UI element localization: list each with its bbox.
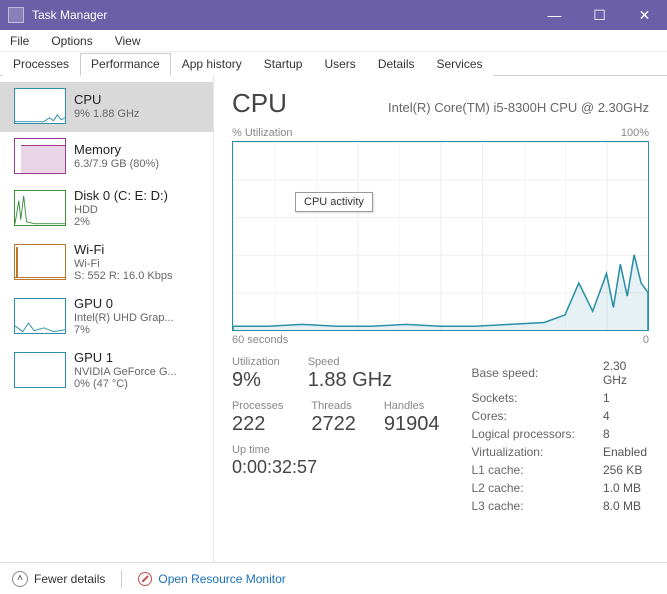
stat-label: Handles [384, 400, 440, 412]
sidebar-item-sub: 9% 1.88 GHz [74, 108, 139, 120]
tab-users[interactable]: Users [313, 53, 366, 76]
wifi-thumb [14, 244, 66, 280]
sidebar-item-label: Disk 0 (C: E: D:) [74, 188, 168, 203]
sidebar-item-label: Wi-Fi [74, 242, 172, 257]
tab-processes[interactable]: Processes [2, 53, 80, 76]
sidebar-item-sub: Wi-Fi [74, 258, 172, 270]
chart-ymax: 100% [621, 127, 649, 139]
tabs: Processes Performance App history Startu… [0, 52, 667, 76]
info-value: 8 [603, 426, 647, 442]
sidebar-item-sub2: 7% [74, 324, 174, 336]
fewer-details-label: Fewer details [34, 572, 105, 586]
sidebar-item-sub: HDD [74, 204, 168, 216]
sidebar-item-label: CPU [74, 92, 139, 107]
tab-performance[interactable]: Performance [80, 53, 171, 76]
gpu0-thumb [14, 298, 66, 334]
chart-tooltip: CPU activity [295, 192, 373, 212]
separator [121, 570, 122, 588]
info-value: 8.0 MB [603, 498, 647, 514]
sidebar-item-wifi[interactable]: Wi-Fi Wi-Fi S: 552 R: 16.0 Kbps [0, 236, 213, 290]
stat-label: Speed [308, 356, 392, 368]
stat: Threads2722 [311, 400, 356, 436]
sidebar-item-sub2: S: 552 R: 16.0 Kbps [74, 270, 172, 282]
stat: Speed1.88 GHz [308, 356, 392, 392]
info-label: Virtualization: [471, 444, 600, 460]
sidebar-item-label: GPU 1 [74, 350, 177, 365]
uptime-label: Up time [232, 444, 439, 456]
cpu-model: Intel(R) Core(TM) i5-8300H CPU @ 2.30GHz [388, 100, 649, 115]
stat-label: Processes [232, 400, 283, 412]
info-label: L1 cache: [471, 462, 600, 478]
menu-file[interactable]: File [6, 32, 33, 50]
chart-xmin: 0 [643, 334, 649, 346]
stat-value: 1.88 GHz [308, 369, 392, 392]
minimize-button[interactable]: — [532, 0, 577, 30]
main-panel: CPU Intel(R) Core(TM) i5-8300H CPU @ 2.3… [214, 76, 667, 562]
close-button[interactable]: ✕ [622, 0, 667, 30]
stat-value: 9% [232, 369, 280, 392]
stat-label: Threads [311, 400, 356, 412]
sidebar-item-sub: 6.3/7.9 GB (80%) [74, 158, 159, 170]
cpu-chart[interactable]: CPU activity [232, 141, 649, 331]
cpu-thumb [14, 88, 66, 124]
info-label: L2 cache: [471, 480, 600, 496]
info-label: Cores: [471, 408, 600, 424]
sidebar-item-sub2: 2% [74, 216, 168, 228]
stat-value: 91904 [384, 413, 440, 436]
maximize-button[interactable]: ☐ [577, 0, 622, 30]
sidebar-item-cpu[interactable]: CPU 9% 1.88 GHz [0, 82, 213, 132]
cpu-info-table: Base speed:2.30 GHzSockets:1Cores:4Logic… [469, 356, 649, 516]
memory-thumb [14, 138, 66, 174]
info-value: 2.30 GHz [603, 358, 647, 388]
info-value: 4 [603, 408, 647, 424]
info-label: Base speed: [471, 358, 600, 388]
menu-options[interactable]: Options [47, 32, 96, 50]
stat: Handles91904 [384, 400, 440, 436]
chevron-up-icon: ˄ [12, 571, 28, 587]
sidebar-item-sub: Intel(R) UHD Grap... [74, 312, 174, 324]
sidebar[interactable]: CPU 9% 1.88 GHz Memory 6.3/7.9 GB (80%) … [0, 76, 214, 562]
tab-app-history[interactable]: App history [171, 53, 253, 76]
stat-value: 2722 [311, 413, 356, 436]
sidebar-item-sub2: 0% (47 °C) [74, 378, 177, 390]
disk-thumb [14, 190, 66, 226]
stat: Utilization9% [232, 356, 280, 392]
info-label: Logical processors: [471, 426, 600, 442]
info-label: L3 cache: [471, 498, 600, 514]
stat-value: 222 [232, 413, 283, 436]
menubar: File Options View [0, 30, 667, 52]
menu-view[interactable]: View [111, 32, 145, 50]
sidebar-item-memory[interactable]: Memory 6.3/7.9 GB (80%) [0, 132, 213, 182]
info-label: Sockets: [471, 390, 600, 406]
sidebar-item-gpu0[interactable]: GPU 0 Intel(R) UHD Grap... 7% [0, 290, 213, 344]
tab-services[interactable]: Services [426, 53, 494, 76]
fewer-details-button[interactable]: ˄ Fewer details [12, 571, 105, 587]
stat-label: Utilization [232, 356, 280, 368]
sidebar-item-label: Memory [74, 142, 159, 157]
footer: ˄ Fewer details Open Resource Monitor [0, 562, 667, 594]
page-title: CPU [232, 88, 287, 119]
info-value: 1 [603, 390, 647, 406]
app-icon [8, 7, 24, 23]
stat: Processes222 [232, 400, 283, 436]
gpu1-thumb [14, 352, 66, 388]
uptime-value: 0:00:32:57 [232, 457, 439, 478]
chart-xmax: 60 seconds [232, 334, 288, 346]
sidebar-item-sub: NVIDIA GeForce G... [74, 366, 177, 378]
orm-label: Open Resource Monitor [158, 572, 285, 586]
info-value: 1.0 MB [603, 480, 647, 496]
open-resource-monitor-link[interactable]: Open Resource Monitor [138, 572, 285, 586]
resource-monitor-icon [138, 572, 152, 586]
sidebar-item-label: GPU 0 [74, 296, 174, 311]
tab-startup[interactable]: Startup [253, 53, 314, 76]
info-value: Enabled [603, 444, 647, 460]
titlebar: Task Manager — ☐ ✕ [0, 0, 667, 30]
window-title: Task Manager [32, 8, 532, 22]
chart-ylabel: % Utilization [232, 127, 293, 139]
info-value: 256 KB [603, 462, 647, 478]
tab-details[interactable]: Details [367, 53, 426, 76]
sidebar-item-gpu1[interactable]: GPU 1 NVIDIA GeForce G... 0% (47 °C) [0, 344, 213, 398]
sidebar-item-disk0[interactable]: Disk 0 (C: E: D:) HDD 2% [0, 182, 213, 236]
